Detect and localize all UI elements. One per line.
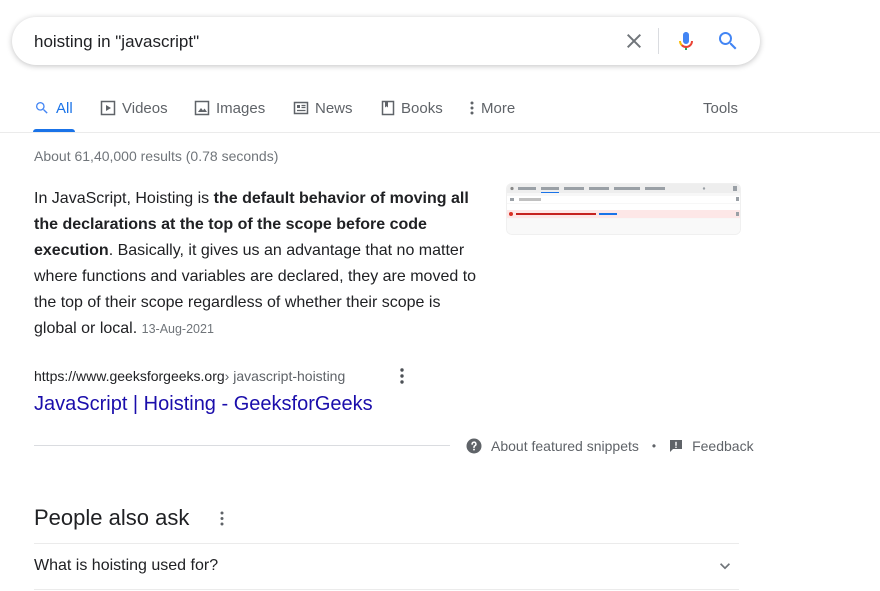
tab-label: All (56, 99, 73, 117)
feedback-icon (670, 440, 683, 452)
tools-label: Tools (703, 99, 739, 117)
feedback-link[interactable]: Feedback (669, 438, 754, 454)
help-icon (466, 438, 482, 454)
microphone-icon[interactable] (674, 29, 698, 53)
tab-images[interactable]: Images (194, 96, 265, 120)
search-divider (658, 28, 659, 54)
result-menu-icon[interactable] (396, 366, 408, 386)
about-featured-snippets-label: About featured snippets (491, 438, 639, 454)
url-domain: https://www.geeksforgeeks.org (34, 368, 225, 384)
tab-label: Books (401, 99, 443, 117)
result-url[interactable]: https://www.geeksforgeeks.org › javascri… (34, 366, 345, 386)
about-featured-snippets-link[interactable]: About featured snippets (466, 438, 639, 454)
snippet-thumbnail[interactable] (506, 183, 741, 235)
feedback-label: Feedback (692, 438, 754, 454)
search-input[interactable] (34, 31, 594, 53)
news-icon (293, 101, 309, 115)
video-icon (100, 100, 116, 116)
search-icon (36, 102, 48, 114)
tab-news[interactable]: News (293, 96, 353, 120)
search-submit-icon[interactable] (716, 29, 740, 53)
tab-all[interactable]: All (34, 96, 73, 120)
url-path: › javascript-hoisting (224, 368, 346, 384)
search-tabs: All Videos Images News Books More Tools (0, 96, 880, 132)
tab-books[interactable]: Books (381, 96, 443, 120)
tools-button[interactable]: Tools (703, 96, 738, 120)
snippet-date: 13-Aug-2021 (141, 322, 214, 336)
featured-snippet-text: In JavaScript, Hoisting is the default b… (34, 186, 479, 342)
clear-icon[interactable] (622, 29, 646, 53)
result-title-link[interactable]: JavaScript | Hoisting - GeeksforGeeks (34, 391, 373, 417)
paa-question-text: What is hoisting used for? (34, 557, 219, 574)
tab-label: Videos (122, 99, 168, 117)
footer-separator: • (651, 439, 657, 453)
people-also-ask-heading: People also ask (34, 505, 190, 530)
kebab-icon (470, 101, 474, 115)
result-stats: About 61,40,000 results (0.78 seconds) (34, 148, 279, 164)
tab-more[interactable]: More (469, 96, 515, 120)
tab-label: More (481, 99, 516, 117)
search-box (12, 17, 760, 65)
tab-label: Images (216, 99, 266, 117)
tab-videos[interactable]: Videos (100, 96, 168, 120)
chevron-down-icon (720, 563, 730, 570)
snippet-footer: About featured snippets • Feedback (466, 437, 754, 455)
people-also-ask-menu-icon[interactable] (217, 509, 227, 529)
image-icon (194, 100, 210, 116)
snippet-divider (34, 445, 450, 446)
tab-label: News (315, 99, 353, 117)
snippet-text-before: In JavaScript, Hoisting is (34, 190, 214, 207)
paa-divider (34, 589, 739, 590)
book-icon (381, 100, 395, 116)
paa-question-item[interactable]: What is hoisting used for? (34, 544, 739, 589)
tabs-divider (0, 132, 880, 133)
